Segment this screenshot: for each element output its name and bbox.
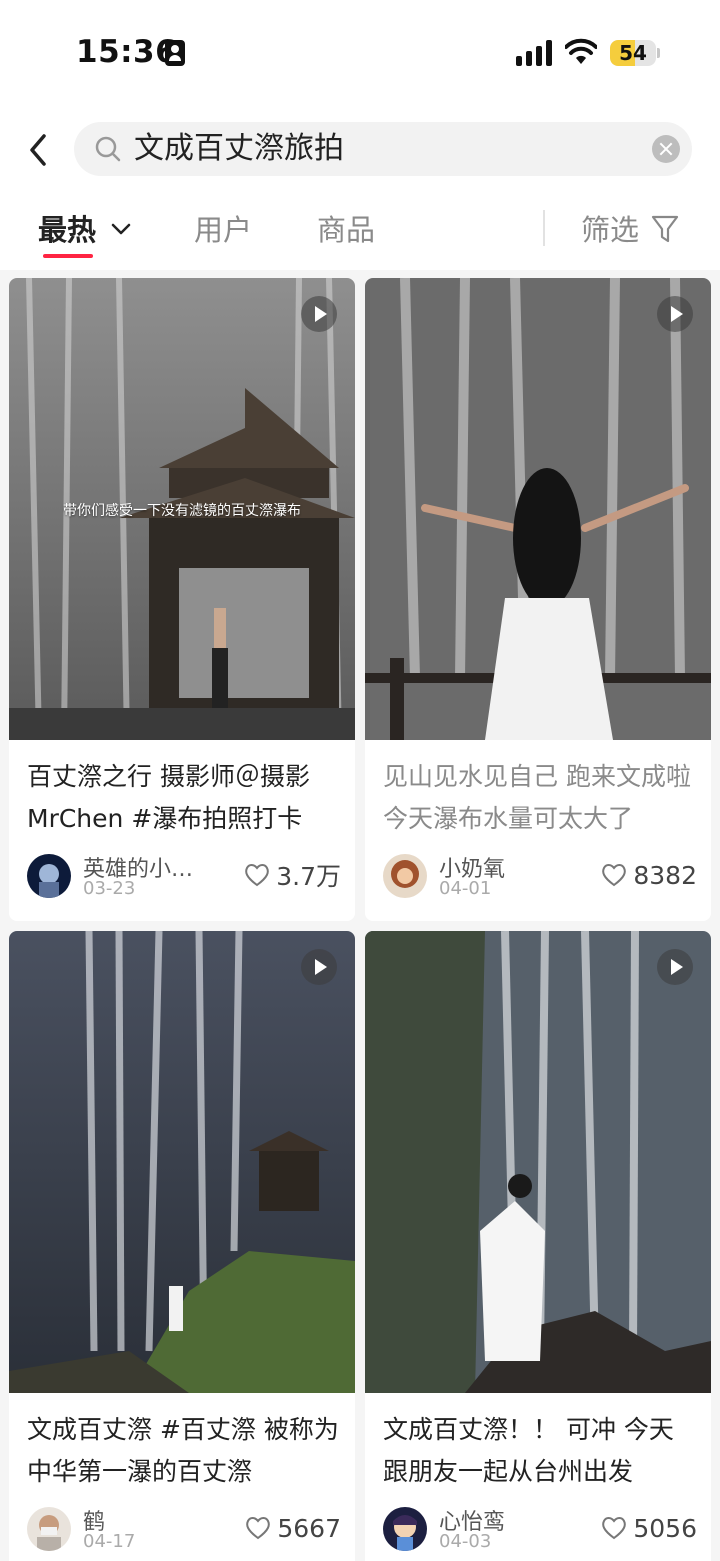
id-card-icon [165, 40, 185, 66]
like-button[interactable]: 8382 [601, 860, 697, 890]
heart-icon [245, 864, 270, 887]
note-title[interactable]: 文成百丈漈！！ 可冲 今天跟朋友一起从台州出发 [383, 1409, 695, 1493]
heart-icon [602, 1517, 627, 1540]
like-button[interactable]: 5056 [601, 1513, 697, 1543]
post-date: 04-01 [439, 878, 492, 899]
chevron-down-icon[interactable] [110, 218, 132, 240]
post-date: 04-03 [439, 1531, 492, 1552]
note-title[interactable]: 百丈漈之行 摄影师＠摄影MrChen #瀑布拍照打卡 [27, 756, 339, 840]
note-meta: 小奶氧 04-01 8382 [383, 854, 697, 900]
note-cover-image[interactable] [365, 931, 711, 1393]
note-title[interactable]: 文成百丈漈 #百丈漈 被称为中华第一瀑的百丈漈 [27, 1409, 339, 1493]
note-cover-image[interactable] [365, 278, 711, 740]
battery-icon: 54 [610, 40, 656, 66]
battery-level: 54 [619, 41, 647, 65]
like-count: 5056 [633, 1513, 697, 1543]
wifi-icon [565, 38, 597, 64]
like-button[interactable]: 3.7万 [244, 860, 341, 891]
play-icon [657, 949, 693, 985]
note-card[interactable]: 文成百丈漈！！ 可冲 今天跟朋友一起从台州出发 心怡鸾 04-03 5056 [365, 931, 711, 1561]
search-query[interactable]: 文成百丈漈旅拍 [134, 130, 344, 168]
avatar[interactable] [27, 1507, 71, 1551]
post-date: 04-17 [83, 1531, 136, 1552]
cover-caption: 带你们感受一下没有滤镜的百丈漈瀑布 [63, 503, 301, 519]
tab-divider [543, 210, 545, 246]
tab-users[interactable]: 用户 [194, 210, 252, 250]
like-button[interactable]: 5667 [245, 1513, 341, 1543]
note-card[interactable]: 文成百丈漈 #百丈漈 被称为中华第一瀑的百丈漈 鹤 04-17 5667 [9, 931, 355, 1561]
note-card[interactable]: 带你们感受一下没有滤镜的百丈漈瀑布 百丈漈之行 摄影师＠摄影MrChen #瀑布… [9, 278, 355, 921]
play-icon [657, 296, 693, 332]
note-title[interactable]: 见山见水见自己 跑来文成啦 今天瀑布水量可太大了 [383, 756, 695, 840]
heart-icon [602, 864, 627, 887]
play-icon [301, 296, 337, 332]
status-bar: 15:36 54 [0, 0, 720, 100]
note-meta: 英雄的小石头 03-23 3.7万 [27, 854, 341, 900]
avatar[interactable] [383, 1507, 427, 1551]
result-tabs: 最热 用户 商品 筛选 [0, 210, 720, 268]
like-count: 8382 [633, 860, 697, 890]
search-input[interactable]: 文成百丈漈旅拍 [74, 122, 692, 176]
avatar[interactable] [27, 854, 71, 898]
search-icon [95, 136, 121, 162]
note-cover-image[interactable]: 带你们感受一下没有滤镜的百丈漈瀑布 [9, 278, 355, 740]
search-header: 文成百丈漈旅拍 最热 用户 商品 筛选 [0, 100, 720, 270]
back-icon[interactable] [24, 130, 54, 170]
heart-icon [246, 1517, 271, 1540]
note-meta: 心怡鸾 04-03 5056 [383, 1507, 697, 1553]
active-tab-indicator [43, 254, 93, 258]
like-count: 3.7万 [276, 862, 341, 891]
filter-icon[interactable] [651, 213, 679, 245]
avatar[interactable] [383, 854, 427, 898]
cellular-signal-icon [516, 40, 554, 66]
search-results-feed[interactable]: 带你们感受一下没有滤镜的百丈漈瀑布 百丈漈之行 摄影师＠摄影MrChen #瀑布… [0, 270, 720, 1561]
note-meta: 鹤 04-17 5667 [27, 1507, 341, 1553]
filter-button[interactable]: 筛选 [581, 210, 639, 250]
note-cover-image[interactable] [9, 931, 355, 1393]
note-card[interactable]: 见山见水见自己 跑来文成啦 今天瀑布水量可太大了 小奶氧 04-01 8382 [365, 278, 711, 921]
tab-hottest[interactable]: 最热 [38, 210, 96, 250]
clear-icon[interactable] [652, 135, 680, 163]
play-icon [301, 949, 337, 985]
post-date: 03-23 [83, 878, 136, 899]
tab-products[interactable]: 商品 [317, 210, 375, 250]
status-time: 15:36 [76, 34, 178, 70]
like-count: 5667 [277, 1513, 341, 1543]
